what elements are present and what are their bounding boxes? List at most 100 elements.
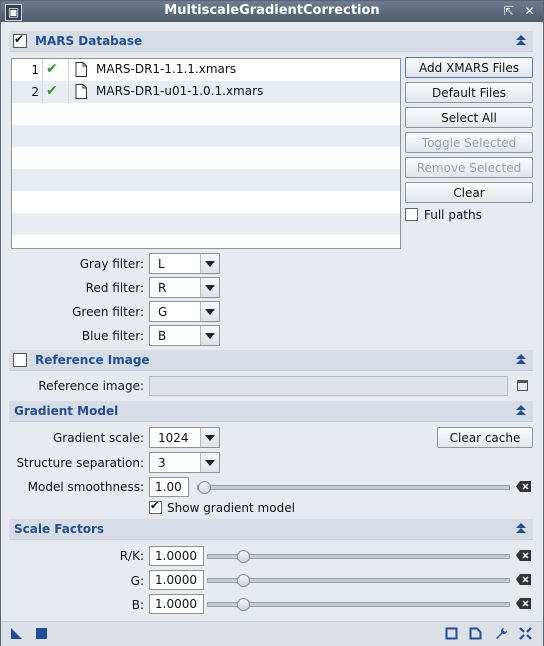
- gradient-scale-select[interactable]: 1024: [149, 427, 220, 448]
- g-factor-input[interactable]: 1.0000: [149, 570, 204, 590]
- rk-factor-label: R/K:: [119, 549, 144, 563]
- show-gradient-model-checkbox[interactable]: [149, 499, 162, 514]
- table-row-empty: [12, 235, 400, 248]
- slider-handle[interactable]: [237, 574, 250, 587]
- section-title: Reference Image: [35, 353, 150, 367]
- browse-icon[interactable]: [517, 380, 528, 391]
- model-smoothness-slider[interactable]: [197, 481, 510, 494]
- blue-filter-label: Blue filter:: [81, 329, 144, 343]
- reference-enable-checkbox[interactable]: [13, 353, 27, 367]
- collapse-arrow-icon[interactable]: [515, 34, 527, 46]
- mars-enable-checkbox[interactable]: [13, 32, 27, 48]
- select-value: 1024: [158, 431, 189, 445]
- gray-filter-label: Gray filter:: [79, 257, 144, 271]
- slider-handle[interactable]: [237, 550, 250, 563]
- g-factor-slider[interactable]: [207, 574, 510, 587]
- select-value: B: [158, 329, 167, 343]
- chevron-down-icon[interactable]: [200, 278, 219, 297]
- preview-icon[interactable]: [445, 627, 458, 640]
- select-value: G: [158, 305, 168, 319]
- slider-handle[interactable]: [198, 481, 211, 494]
- red-filter-label: Red filter:: [85, 281, 144, 295]
- g-factor-label: G:: [130, 574, 144, 588]
- reset-icon[interactable]: [519, 627, 532, 640]
- close-icon[interactable]: ✕: [522, 4, 537, 19]
- file-icon: [75, 84, 87, 99]
- chevron-down-icon[interactable]: [200, 428, 219, 447]
- toggle-selected-button[interactable]: Toggle Selected: [405, 132, 533, 153]
- file-name: MARS-DR1-u01-1.0.1.xmars: [96, 84, 264, 98]
- clear-button[interactable]: Clear: [405, 182, 533, 203]
- b-factor-label: B:: [131, 598, 144, 612]
- new-instance-icon[interactable]: [10, 627, 23, 640]
- table-row-empty: [12, 169, 400, 191]
- column-divider: [42, 81, 43, 103]
- section-mars-database[interactable]: MARS Database: [9, 31, 533, 52]
- table-row-empty: [12, 103, 400, 125]
- file-name: MARS-DR1-1.1.1.xmars: [96, 62, 237, 76]
- real-time-preview-icon[interactable]: [469, 627, 482, 640]
- slider-handle[interactable]: [237, 598, 250, 611]
- rk-factor-input[interactable]: 1.0000: [149, 546, 204, 566]
- select-value: 3: [158, 456, 166, 470]
- checkmark-icon[interactable]: ✔: [46, 61, 58, 77]
- model-smoothness-input[interactable]: 1.00: [149, 477, 189, 497]
- b-factor-input[interactable]: 1.0000: [149, 594, 204, 614]
- section-scale-factors[interactable]: Scale Factors: [9, 519, 533, 540]
- column-divider: [42, 59, 43, 81]
- gray-filter-select[interactable]: L: [149, 253, 220, 274]
- apply-square-icon[interactable]: [35, 627, 48, 640]
- gradient-scale-label: Gradient scale:: [52, 431, 144, 445]
- default-files-button[interactable]: Default Files: [405, 82, 533, 103]
- chevron-down-icon[interactable]: [200, 326, 219, 345]
- green-filter-select[interactable]: G: [149, 301, 220, 322]
- section-title: MARS Database: [35, 34, 143, 48]
- clear-field-icon[interactable]: [516, 598, 531, 609]
- blue-filter-select[interactable]: B: [149, 325, 220, 346]
- rk-factor-slider[interactable]: [207, 550, 510, 563]
- collapse-arrow-icon[interactable]: [515, 404, 527, 416]
- table-row-empty: [12, 191, 400, 213]
- full-paths-checkbox[interactable]: [405, 208, 418, 221]
- clear-field-icon[interactable]: [516, 574, 531, 585]
- table-row[interactable]: 1 ✔ MARS-DR1-1.1.1.xmars: [12, 59, 400, 81]
- chevron-down-icon[interactable]: [200, 453, 219, 472]
- section-reference-image[interactable]: Reference Image: [9, 350, 533, 371]
- control-bar: [1, 621, 543, 646]
- structure-separation-select[interactable]: 3: [149, 452, 220, 473]
- chevron-down-icon[interactable]: [200, 254, 219, 273]
- remove-selected-button[interactable]: Remove Selected: [405, 157, 533, 178]
- shade-icon[interactable]: ⇱: [501, 4, 516, 19]
- b-factor-slider[interactable]: [207, 598, 510, 611]
- clear-field-icon[interactable]: [516, 550, 531, 561]
- section-gradient-model[interactable]: Gradient Model: [9, 401, 533, 422]
- green-filter-label: Green filter:: [72, 305, 144, 319]
- window-title: MultiscaleGradientCorrection: [164, 3, 380, 18]
- select-value: R: [158, 281, 167, 295]
- select-all-button[interactable]: Select All: [405, 107, 533, 128]
- table-row-empty: [12, 125, 400, 147]
- collapse-arrow-icon[interactable]: [515, 353, 527, 365]
- process-window: ▣ MultiscaleGradientCorrection ⇱ ✕ MARS …: [0, 0, 544, 646]
- select-value: L: [158, 257, 165, 271]
- structure-separation-label: Structure separation:: [16, 456, 144, 470]
- show-gradient-model-label: Show gradient model: [167, 501, 295, 515]
- collapse-arrow-icon[interactable]: [515, 522, 527, 534]
- clear-cache-button[interactable]: Clear cache: [437, 427, 533, 448]
- wrench-icon[interactable]: [495, 627, 508, 640]
- section-title: Scale Factors: [14, 522, 105, 536]
- model-smoothness-label: Model smoothness:: [27, 480, 144, 494]
- red-filter-select[interactable]: R: [149, 277, 220, 298]
- chevron-down-icon[interactable]: [200, 302, 219, 321]
- table-row[interactable]: 2 ✔ MARS-DR1-u01-1.0.1.xmars: [12, 81, 400, 103]
- table-row-empty: [12, 213, 400, 235]
- checkmark-icon[interactable]: ✔: [46, 83, 58, 99]
- mars-files-table[interactable]: 1 ✔ MARS-DR1-1.1.1.xmars 2 ✔ MARS-DR1-u0…: [11, 58, 401, 249]
- column-divider: [68, 59, 69, 81]
- clear-field-icon[interactable]: [516, 481, 531, 492]
- file-icon: [75, 62, 87, 77]
- title-bar[interactable]: ▣ MultiscaleGradientCorrection ⇱ ✕: [1, 1, 543, 22]
- reference-image-field[interactable]: [149, 376, 508, 396]
- reference-image-label: Reference image:: [38, 379, 144, 393]
- add-xmars-files-button[interactable]: Add XMARS Files: [405, 57, 533, 78]
